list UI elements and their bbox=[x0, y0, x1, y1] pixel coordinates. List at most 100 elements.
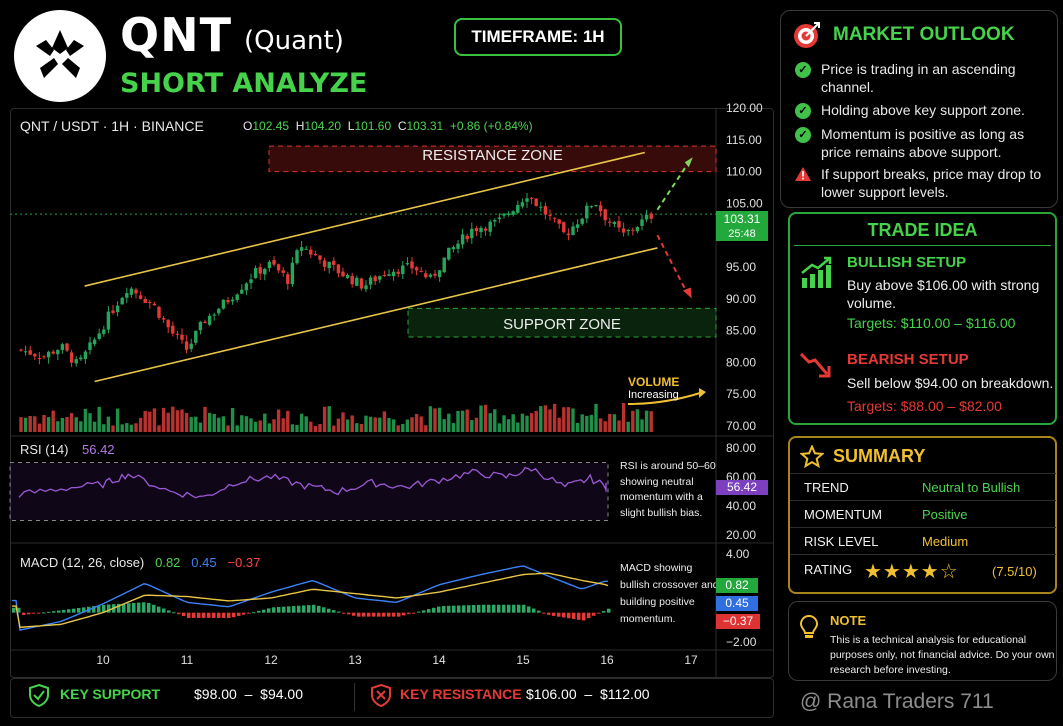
summary-value: Positive bbox=[922, 507, 968, 522]
macd-histogram-bar bbox=[192, 612, 196, 618]
candle bbox=[617, 221, 621, 228]
y-tick-label: 80.00 bbox=[726, 355, 756, 369]
candle bbox=[419, 270, 423, 272]
macd-histogram-bar bbox=[392, 612, 396, 617]
trade-divider bbox=[794, 245, 1051, 246]
candle bbox=[488, 221, 492, 232]
macd-histogram-bar bbox=[247, 612, 251, 614]
volume-bar bbox=[345, 419, 350, 432]
volume-bar bbox=[617, 420, 621, 432]
volume-bar bbox=[350, 415, 354, 432]
bull-setup-text: Buy above $106.00 with strong volume. bbox=[847, 277, 1040, 311]
shield-x-icon bbox=[371, 683, 391, 707]
volume-bar bbox=[566, 407, 571, 432]
macd-histogram-bar bbox=[417, 611, 421, 613]
macd-histogram-bar bbox=[77, 608, 81, 613]
volume-bar bbox=[37, 423, 42, 432]
support-zone-label: SUPPORT ZONE bbox=[503, 316, 621, 333]
macd-histogram-bar bbox=[547, 612, 551, 615]
volume-bar bbox=[244, 416, 249, 432]
macd-histogram-bar bbox=[362, 612, 366, 617]
macd-histogram-bar bbox=[152, 604, 156, 613]
macd-histogram-bar bbox=[457, 605, 461, 613]
rsi-y-tick-label: 80.00 bbox=[726, 441, 756, 455]
macd-histogram-bar bbox=[352, 612, 356, 616]
macd-histogram-bar bbox=[537, 610, 541, 613]
candle bbox=[152, 303, 157, 306]
candle bbox=[207, 315, 212, 325]
macd-histogram-bar bbox=[207, 612, 211, 618]
candle bbox=[148, 302, 152, 304]
macd-histogram-bar bbox=[262, 609, 266, 613]
volume-bar bbox=[175, 410, 180, 432]
channel-upper-line bbox=[84, 151, 645, 287]
candle bbox=[502, 213, 506, 216]
candle bbox=[125, 293, 129, 298]
volume-bar bbox=[313, 425, 318, 432]
candle bbox=[92, 339, 97, 345]
y-tick-label: 120.00 bbox=[726, 101, 763, 115]
outlook-item: If support breaks, price may drop to low… bbox=[821, 166, 1042, 200]
volume-bar bbox=[157, 425, 161, 432]
volume-bar bbox=[102, 424, 106, 432]
candle bbox=[318, 255, 322, 260]
rating-text: (7.5/10) bbox=[992, 564, 1037, 579]
volume-bar bbox=[226, 425, 230, 432]
volume-bar bbox=[506, 419, 511, 432]
candle bbox=[594, 204, 598, 206]
volume-bar bbox=[249, 418, 253, 432]
candle bbox=[138, 295, 143, 299]
volume-bar bbox=[171, 406, 175, 432]
candle bbox=[175, 333, 180, 335]
candle bbox=[621, 228, 626, 233]
macd-histogram-bar bbox=[607, 608, 611, 613]
macd-histogram-bar bbox=[222, 612, 226, 618]
candle bbox=[171, 325, 175, 334]
volume-bar bbox=[28, 416, 32, 432]
macd-histogram-bar bbox=[482, 604, 486, 613]
watermark: @ Rana Traders 711 bbox=[800, 690, 994, 713]
macd-histogram-bar bbox=[167, 610, 171, 613]
macd-histogram-bar bbox=[552, 612, 556, 616]
macd-histogram-bar bbox=[257, 610, 261, 613]
volume-note: Increasing bbox=[628, 389, 679, 401]
candle bbox=[299, 247, 304, 251]
bear-setup-text: Sell below $94.00 on breakdown. bbox=[847, 375, 1054, 391]
candle bbox=[598, 205, 603, 212]
volume-bar bbox=[88, 413, 92, 432]
volume-bar bbox=[336, 418, 341, 432]
candle bbox=[194, 330, 198, 343]
candle bbox=[281, 270, 285, 273]
macd-histogram-bar bbox=[407, 612, 411, 615]
volume-bar bbox=[557, 417, 561, 432]
bear-setup-title: BEARISH SETUP bbox=[847, 351, 969, 368]
candle bbox=[23, 351, 28, 353]
volume-bar bbox=[608, 413, 612, 432]
volume-bar bbox=[69, 413, 74, 432]
macd-histogram-bar bbox=[582, 612, 586, 621]
candle bbox=[115, 305, 120, 313]
candle bbox=[479, 227, 483, 233]
macd-histogram-bar bbox=[287, 606, 291, 613]
volume-bar bbox=[60, 417, 65, 432]
candle bbox=[217, 308, 221, 314]
candle bbox=[405, 263, 410, 265]
volume-bar bbox=[115, 408, 120, 432]
macd-histogram-bar bbox=[272, 607, 276, 613]
candle bbox=[525, 198, 529, 202]
volume-bar bbox=[318, 424, 322, 432]
candle bbox=[235, 294, 239, 301]
macd-histogram-bar bbox=[597, 612, 601, 614]
volume-bar bbox=[198, 422, 203, 432]
summary-row-momentum: MOMENTUM Positive bbox=[790, 500, 1056, 527]
volume-bar bbox=[19, 417, 23, 432]
volume-bar bbox=[442, 419, 446, 432]
volume-bar bbox=[134, 423, 138, 432]
candle bbox=[304, 248, 308, 250]
candle bbox=[516, 204, 520, 213]
macd-histogram-bar bbox=[412, 612, 416, 614]
candle bbox=[424, 273, 428, 278]
target-icon bbox=[794, 22, 820, 48]
candle bbox=[212, 314, 216, 316]
macd-histogram-bar bbox=[62, 609, 66, 613]
